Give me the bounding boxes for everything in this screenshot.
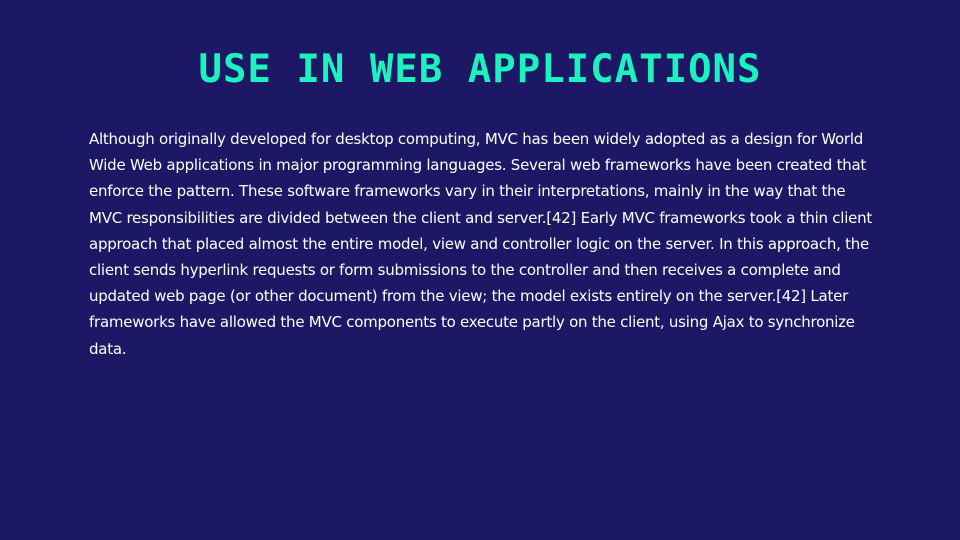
slide-title: USE IN WEB APPLICATIONS (198, 47, 762, 92)
slide-body-text: Although originally developed for deskto… (89, 130, 872, 358)
slide: USE IN WEB APPLICATIONS Although origina… (0, 0, 960, 540)
